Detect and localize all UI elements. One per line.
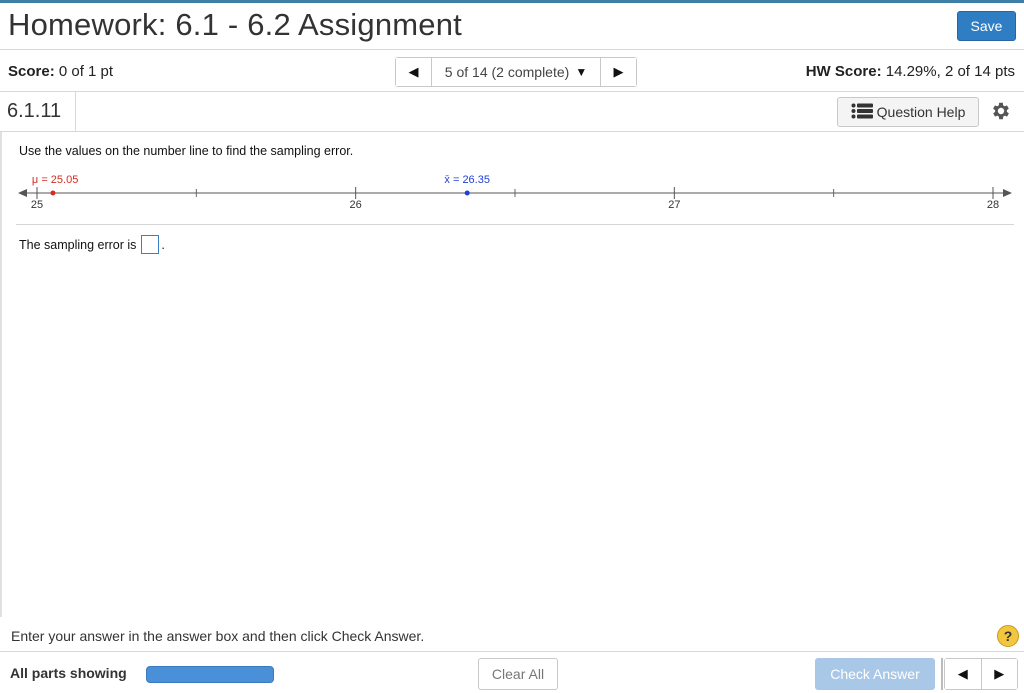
xbar-point bbox=[464, 190, 470, 196]
answer-prefix: The sampling error is bbox=[19, 237, 137, 252]
xbar-label: x̄ = 26.35 bbox=[444, 174, 490, 186]
question-id-row: 6.1.11 Question Help bbox=[0, 92, 1024, 132]
number-line: 25 26 27 28 μ = 25.05 x̄ = 26.35 bbox=[18, 174, 1012, 211]
help-question-icon[interactable]: ? bbox=[997, 625, 1019, 647]
question-navigator: ◀ 5 of 14 (2 complete) ▼ ▶ bbox=[395, 57, 637, 87]
question-id: 6.1.11 bbox=[0, 92, 76, 131]
clear-all-button[interactable]: Clear All bbox=[478, 658, 558, 690]
previous-question-button[interactable]: ◀ bbox=[396, 58, 432, 86]
divider bbox=[16, 224, 1014, 225]
score-row: Score: 0 of 1 pt ◀ 5 of 14 (2 complete) … bbox=[0, 51, 1024, 92]
tick-label: 26 bbox=[350, 199, 362, 211]
instruction-text: Enter your answer in the answer box and … bbox=[11, 628, 425, 644]
next-question-button[interactable]: ▶ bbox=[600, 58, 636, 86]
answer-input-box[interactable] bbox=[141, 235, 160, 254]
axis-arrow-left bbox=[18, 189, 27, 197]
gear-icon[interactable] bbox=[990, 100, 1012, 122]
caret-down-icon: ▼ bbox=[575, 65, 588, 79]
mu-label: μ = 25.05 bbox=[32, 174, 78, 186]
footer-divider bbox=[941, 658, 943, 690]
answer-suffix: . bbox=[161, 237, 165, 252]
progress-bar bbox=[146, 666, 274, 683]
save-button[interactable]: Save bbox=[957, 11, 1016, 41]
axis-arrow-right bbox=[1003, 189, 1012, 197]
tick-label: 28 bbox=[987, 199, 999, 211]
score-display: Score: 0 of 1 pt bbox=[8, 63, 113, 80]
triangle-right-icon: ▶ bbox=[613, 64, 624, 79]
question-select-dropdown[interactable]: 5 of 14 (2 complete) ▼ bbox=[432, 58, 600, 86]
tick-label: 25 bbox=[31, 199, 43, 211]
mu-point bbox=[50, 190, 56, 196]
footer-next-button[interactable]: ▶ bbox=[981, 659, 1017, 689]
parts-showing-label: All parts showing bbox=[10, 665, 127, 681]
hw-score-label: HW Score: bbox=[805, 63, 882, 80]
triangle-left-icon: ◀ bbox=[408, 64, 419, 79]
list-icon bbox=[851, 103, 873, 122]
check-answer-button[interactable]: Check Answer bbox=[815, 658, 935, 690]
score-value: 0 of 1 pt bbox=[58, 63, 114, 80]
triangle-left-icon: ◀ bbox=[957, 666, 968, 681]
tick-label: 27 bbox=[668, 199, 680, 211]
hw-score-value: 14.29%, 2 of 14 pts bbox=[885, 63, 1015, 80]
score-label: Score: bbox=[8, 63, 55, 80]
question-help-label: Question Help bbox=[876, 104, 966, 120]
footer-question-navigator: ◀ ▶ bbox=[944, 658, 1018, 690]
question-position: 5 of 14 (2 complete) bbox=[444, 64, 570, 80]
page-title: Homework: 6.1 - 6.2 Assignment bbox=[8, 7, 462, 42]
question-help-button[interactable]: Question Help bbox=[837, 97, 979, 127]
footer-previous-button[interactable]: ◀ bbox=[945, 659, 982, 689]
question-prompt: Use the values on the number line to fin… bbox=[19, 144, 354, 158]
triangle-right-icon: ▶ bbox=[994, 666, 1005, 681]
header: Homework: 6.1 - 6.2 Assignment Save bbox=[0, 3, 1024, 50]
answer-line: The sampling error is . bbox=[19, 235, 165, 254]
hw-score-display: HW Score: 14.29%, 2 of 14 pts bbox=[806, 63, 1015, 80]
footer: All parts showing Clear All Check Answer… bbox=[0, 651, 1024, 693]
question-area: Use the values on the number line to fin… bbox=[0, 132, 1024, 617]
